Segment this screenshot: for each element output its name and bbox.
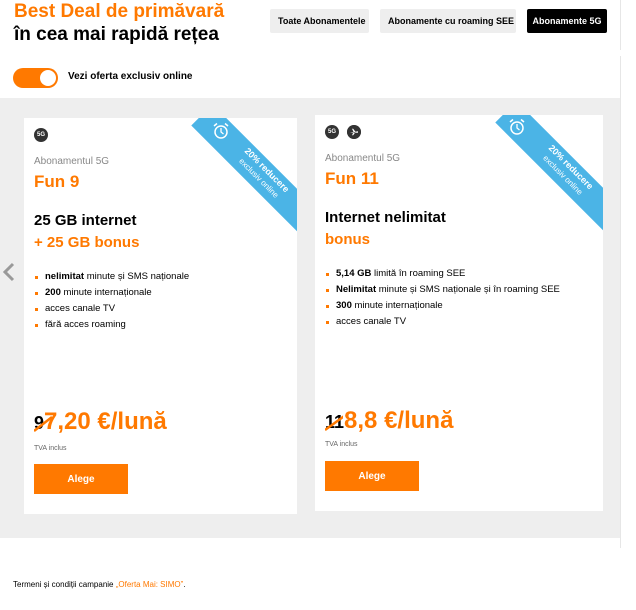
plan-name: Fun 9 bbox=[34, 172, 80, 191]
plane-icon bbox=[347, 125, 361, 139]
page-title-line1: Best Deal de primăvară bbox=[14, 1, 225, 22]
feature-item: acces canale TV bbox=[325, 314, 590, 330]
filter-roaming-see[interactable]: Abonamente cu roaming SEE bbox=[380, 9, 516, 33]
chevron-left-icon[interactable] bbox=[2, 262, 16, 282]
choose-button[interactable]: Alege bbox=[325, 461, 419, 491]
plan-bonus-benefit: + 25 GB bonus bbox=[34, 234, 140, 251]
feature-item: fără acces roaming bbox=[34, 317, 289, 333]
toggle-knob bbox=[40, 70, 56, 86]
online-offer-toggle[interactable] bbox=[13, 68, 58, 88]
alarm-clock-icon bbox=[509, 118, 525, 135]
plan-card-fun-11: 20% reducere exclusiv online 5G Abonamen… bbox=[315, 115, 603, 511]
strikethrough-mark bbox=[34, 416, 52, 432]
filter-all-plans[interactable]: Toate Abonamentele bbox=[270, 9, 369, 33]
5g-badge-icon: 5G bbox=[325, 125, 339, 139]
feature-item: 200 minute internaționale bbox=[34, 285, 289, 301]
terms-suffix: . bbox=[183, 580, 186, 589]
plan-label: Abonamentul 5G bbox=[325, 153, 401, 164]
scroll-edge bbox=[620, 56, 636, 548]
price-row: 118,8 €/lună bbox=[325, 407, 453, 435]
plan-card-fun-9: 20% reducere exclusiv online 5G Abonamen… bbox=[24, 118, 297, 514]
discount-ribbon: 20% reducere exclusiv online bbox=[191, 118, 297, 246]
terms-link[interactable]: „Oferta Mai: SIMO” bbox=[116, 580, 184, 589]
terms-prefix: Termeni și condiții campanie bbox=[13, 580, 116, 589]
new-price: 7,20 €/lună bbox=[44, 408, 167, 435]
plan-name: Fun 11 bbox=[325, 169, 379, 188]
feature-item: nelimitat minute și SMS naționale bbox=[34, 269, 289, 285]
vat-note: TVA inclus bbox=[34, 445, 67, 452]
filter-5g[interactable]: Abonamente 5G bbox=[527, 9, 607, 33]
page-title-line2: în cea mai rapidă rețea bbox=[14, 24, 219, 45]
price-row: 9 7,20 €/lună bbox=[34, 408, 167, 436]
plan-main-benefit: Internet nelimitat bbox=[325, 209, 446, 226]
feature-list: nelimitat minute și SMS naționale 200 mi… bbox=[34, 269, 289, 333]
feature-item: 300 minute internaționale bbox=[325, 298, 590, 314]
feature-item: 5,14 GB limită în roaming SEE bbox=[325, 266, 590, 282]
feature-item: acces canale TV bbox=[34, 301, 289, 317]
old-price: 9 bbox=[34, 413, 52, 434]
new-price: 8,8 €/lună bbox=[344, 407, 454, 434]
feature-item: Nelimitat minute și SMS naționale și în … bbox=[325, 282, 590, 298]
plan-bonus-benefit: bonus bbox=[325, 231, 370, 248]
plan-main-benefit: 25 GB internet bbox=[34, 212, 137, 229]
strikethrough-mark bbox=[325, 415, 343, 432]
plan-label: Abonamentul 5G bbox=[34, 156, 110, 167]
5g-badge-icon: 5G bbox=[34, 128, 48, 142]
vat-note: TVA inclus bbox=[325, 441, 358, 448]
online-offer-toggle-label: Vezi oferta exclusiv online bbox=[68, 71, 193, 82]
feature-list: 5,14 GB limită în roaming SEE Nelimitat … bbox=[325, 266, 590, 330]
scroll-edge-top bbox=[620, 0, 636, 50]
old-price: 11 bbox=[325, 412, 344, 433]
alarm-clock-icon bbox=[213, 122, 229, 139]
terms-footer: Termeni și condiții campanie „Oferta Mai… bbox=[13, 580, 186, 589]
choose-button[interactable]: Alege bbox=[34, 464, 128, 494]
